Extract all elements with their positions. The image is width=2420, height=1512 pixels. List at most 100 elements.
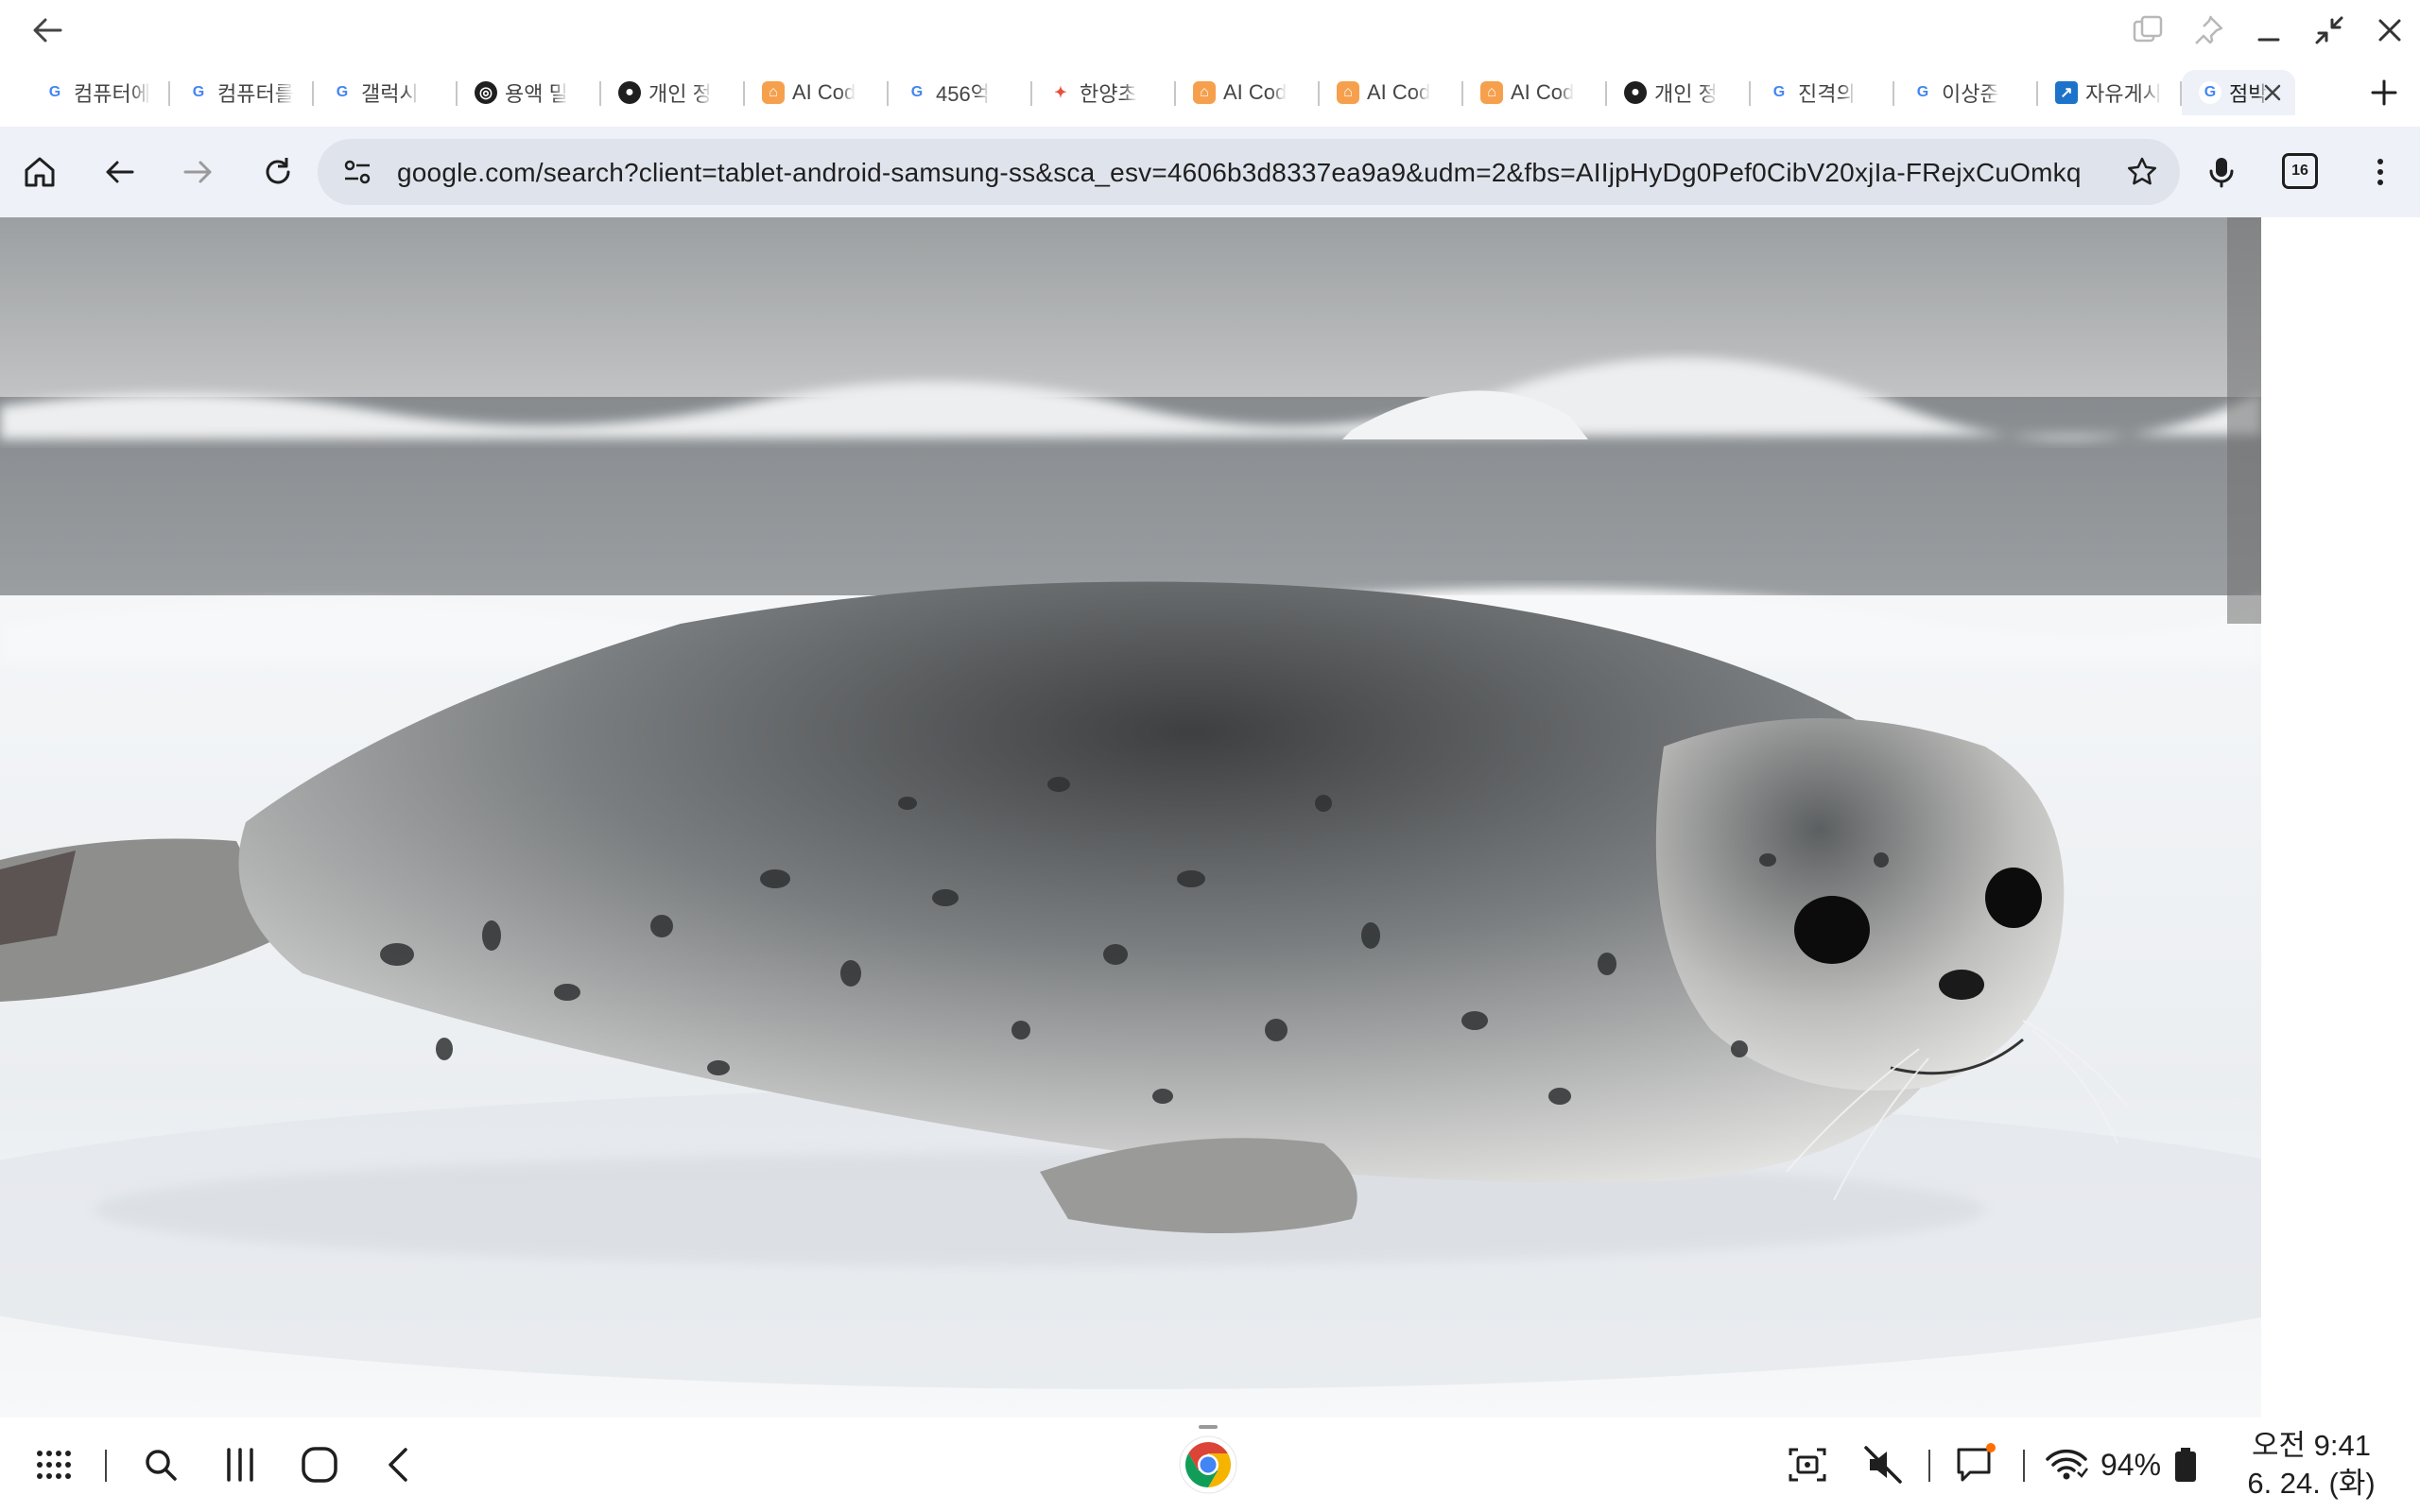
star-icon bbox=[2127, 157, 2157, 185]
tab[interactable]: G 컴퓨터에 bbox=[26, 70, 170, 115]
google-g-icon: G bbox=[1911, 81, 1934, 104]
tab-title: 용액 밀 bbox=[505, 82, 568, 106]
google-g-icon: G bbox=[331, 81, 354, 104]
globe-icon: ● bbox=[1624, 81, 1647, 104]
robot-icon: ⌂ bbox=[1337, 81, 1359, 104]
battery-status bbox=[2170, 1440, 2201, 1489]
new-tab-button[interactable] bbox=[2363, 72, 2405, 113]
pin-icon bbox=[2195, 15, 2223, 44]
window-back-button[interactable] bbox=[28, 11, 66, 49]
tab-title: 컴퓨터를 bbox=[217, 82, 294, 106]
bookmark-button[interactable] bbox=[2121, 151, 2163, 193]
multi-window-button[interactable] bbox=[2118, 8, 2178, 53]
tab[interactable]: ↗ 자유게시 bbox=[2038, 70, 2182, 115]
page-content bbox=[0, 217, 2420, 1418]
system-navigation-bar: 94% 오전 9:41 6. 24. (화) bbox=[0, 1418, 2420, 1512]
tab-title: 개인 정 bbox=[648, 82, 712, 106]
wifi-icon bbox=[2046, 1449, 2088, 1480]
url-text[interactable]: google.com/search?client=tablet-android-… bbox=[397, 158, 2089, 188]
robot-icon: ⌂ bbox=[762, 81, 785, 104]
browser-toolbar: google.com/search?client=tablet-android-… bbox=[0, 127, 2420, 217]
close-tab-button[interactable] bbox=[2259, 79, 2286, 106]
tab-list: G 컴퓨터에 G 컴퓨터를 G 갤럭시 ◎ 용액 밀 ● 개인 정 ⌂ AI Cod G 456억 ✦ 한양초… bbox=[26, 70, 2295, 115]
home-nav-button[interactable] bbox=[295, 1440, 344, 1489]
tab-title: 한양초 bbox=[1080, 82, 1137, 106]
back-arrow-icon bbox=[33, 18, 62, 43]
collapse-arrows-icon bbox=[2315, 16, 2343, 44]
status-divider bbox=[2023, 1450, 2025, 1482]
tab[interactable]: ● 개인 정 bbox=[1607, 70, 1751, 115]
microphone-icon bbox=[2209, 158, 2234, 188]
tab[interactable]: G 이상준 bbox=[1894, 70, 2038, 115]
more-menu-button[interactable] bbox=[2358, 149, 2403, 195]
tab[interactable]: G점박이 bbox=[2182, 70, 2295, 115]
home-button[interactable] bbox=[17, 149, 62, 195]
tab-title: 컴퓨터에 bbox=[74, 82, 150, 106]
reload-button[interactable] bbox=[255, 149, 301, 195]
tab[interactable]: G 진격의 bbox=[1751, 70, 1894, 115]
window-title-bar bbox=[0, 0, 2420, 59]
mute-icon bbox=[1864, 1446, 1902, 1484]
minimize-icon bbox=[2257, 38, 2280, 42]
chrome-app-button[interactable] bbox=[1178, 1435, 1238, 1495]
tab-title: 진격의 bbox=[1798, 82, 1856, 106]
forward-button[interactable] bbox=[176, 149, 221, 195]
back-nav-button[interactable] bbox=[374, 1440, 424, 1489]
recents-icon bbox=[227, 1448, 253, 1482]
tab[interactable]: ⌂ AI Cod bbox=[1176, 70, 1320, 115]
tab-strip: G 컴퓨터에 G 컴퓨터를 G 갤럭시 ◎ 용액 밀 ● 개인 정 ⌂ AI Cod G 456억 ✦ 한양초… bbox=[0, 59, 2420, 127]
chevron-left-icon bbox=[389, 1448, 407, 1482]
close-window-button[interactable] bbox=[2360, 8, 2420, 53]
clock[interactable]: 오전 9:41 6. 24. (화) bbox=[2212, 1427, 2411, 1503]
apps-grid-button[interactable] bbox=[28, 1440, 78, 1489]
screenshot-button[interactable] bbox=[1783, 1440, 1832, 1489]
restore-button[interactable] bbox=[2299, 8, 2360, 53]
tab[interactable]: G 컴퓨터를 bbox=[170, 70, 314, 115]
forward-arrow-icon bbox=[183, 161, 212, 183]
google-g-icon: G bbox=[187, 81, 210, 104]
openai-icon: ◎ bbox=[475, 81, 497, 104]
tab[interactable]: G 456억 bbox=[889, 70, 1032, 115]
tune-icon bbox=[344, 160, 371, 184]
tab[interactable]: ⌂ AI Cod bbox=[745, 70, 889, 115]
back-arrow-icon bbox=[106, 161, 134, 183]
seal-photo[interactable] bbox=[0, 217, 2261, 1418]
multi-window-icon bbox=[2133, 15, 2163, 43]
tab[interactable]: ◎ 용액 밀 bbox=[458, 70, 601, 115]
plus-icon bbox=[2371, 79, 2397, 106]
tab[interactable]: ● 개인 정 bbox=[601, 70, 745, 115]
robot-icon: ⌂ bbox=[1480, 81, 1503, 104]
robot-icon: ⌂ bbox=[1193, 81, 1216, 104]
tab[interactable]: ⌂ AI Cod bbox=[1463, 70, 1607, 115]
search-button[interactable] bbox=[136, 1440, 185, 1489]
address-bar[interactable]: google.com/search?client=tablet-android-… bbox=[318, 139, 2180, 205]
running-app-indicator bbox=[1199, 1425, 1218, 1429]
tab[interactable]: ⌂ AI Cod bbox=[1320, 70, 1463, 115]
colorful-star-icon: ✦ bbox=[1049, 81, 1072, 104]
tab[interactable]: G 갤럭시 bbox=[314, 70, 458, 115]
tab[interactable]: ✦ 한양초 bbox=[1032, 70, 1176, 115]
back-button[interactable] bbox=[96, 149, 142, 195]
tab-title: 갤럭시 bbox=[361, 82, 419, 106]
google-g-icon: G bbox=[2199, 81, 2221, 104]
globe-icon: ● bbox=[618, 81, 641, 104]
page-scrollbar[interactable] bbox=[2227, 217, 2261, 624]
seal-image bbox=[0, 217, 2261, 1418]
recents-button[interactable] bbox=[216, 1440, 265, 1489]
voice-search-button[interactable] bbox=[2199, 149, 2244, 195]
sound-button[interactable] bbox=[1858, 1440, 1908, 1489]
notifications-button[interactable] bbox=[1951, 1440, 2000, 1489]
home-circle-icon bbox=[302, 1447, 337, 1483]
tab-count: 16 bbox=[2282, 153, 2318, 189]
battery-icon bbox=[2175, 1448, 2196, 1482]
minimize-button[interactable] bbox=[2238, 8, 2299, 53]
site-info-button[interactable] bbox=[337, 151, 378, 193]
window-controls bbox=[2118, 8, 2420, 53]
tab-title: AI Cod bbox=[1511, 80, 1575, 104]
wifi-status bbox=[2042, 1440, 2091, 1489]
close-icon bbox=[2264, 84, 2281, 101]
google-g-icon: G bbox=[906, 81, 928, 104]
pin-window-button[interactable] bbox=[2178, 8, 2238, 53]
time-text: 오전 9:41 bbox=[2252, 1429, 2371, 1462]
tab-switcher-button[interactable]: 16 bbox=[2280, 151, 2320, 191]
